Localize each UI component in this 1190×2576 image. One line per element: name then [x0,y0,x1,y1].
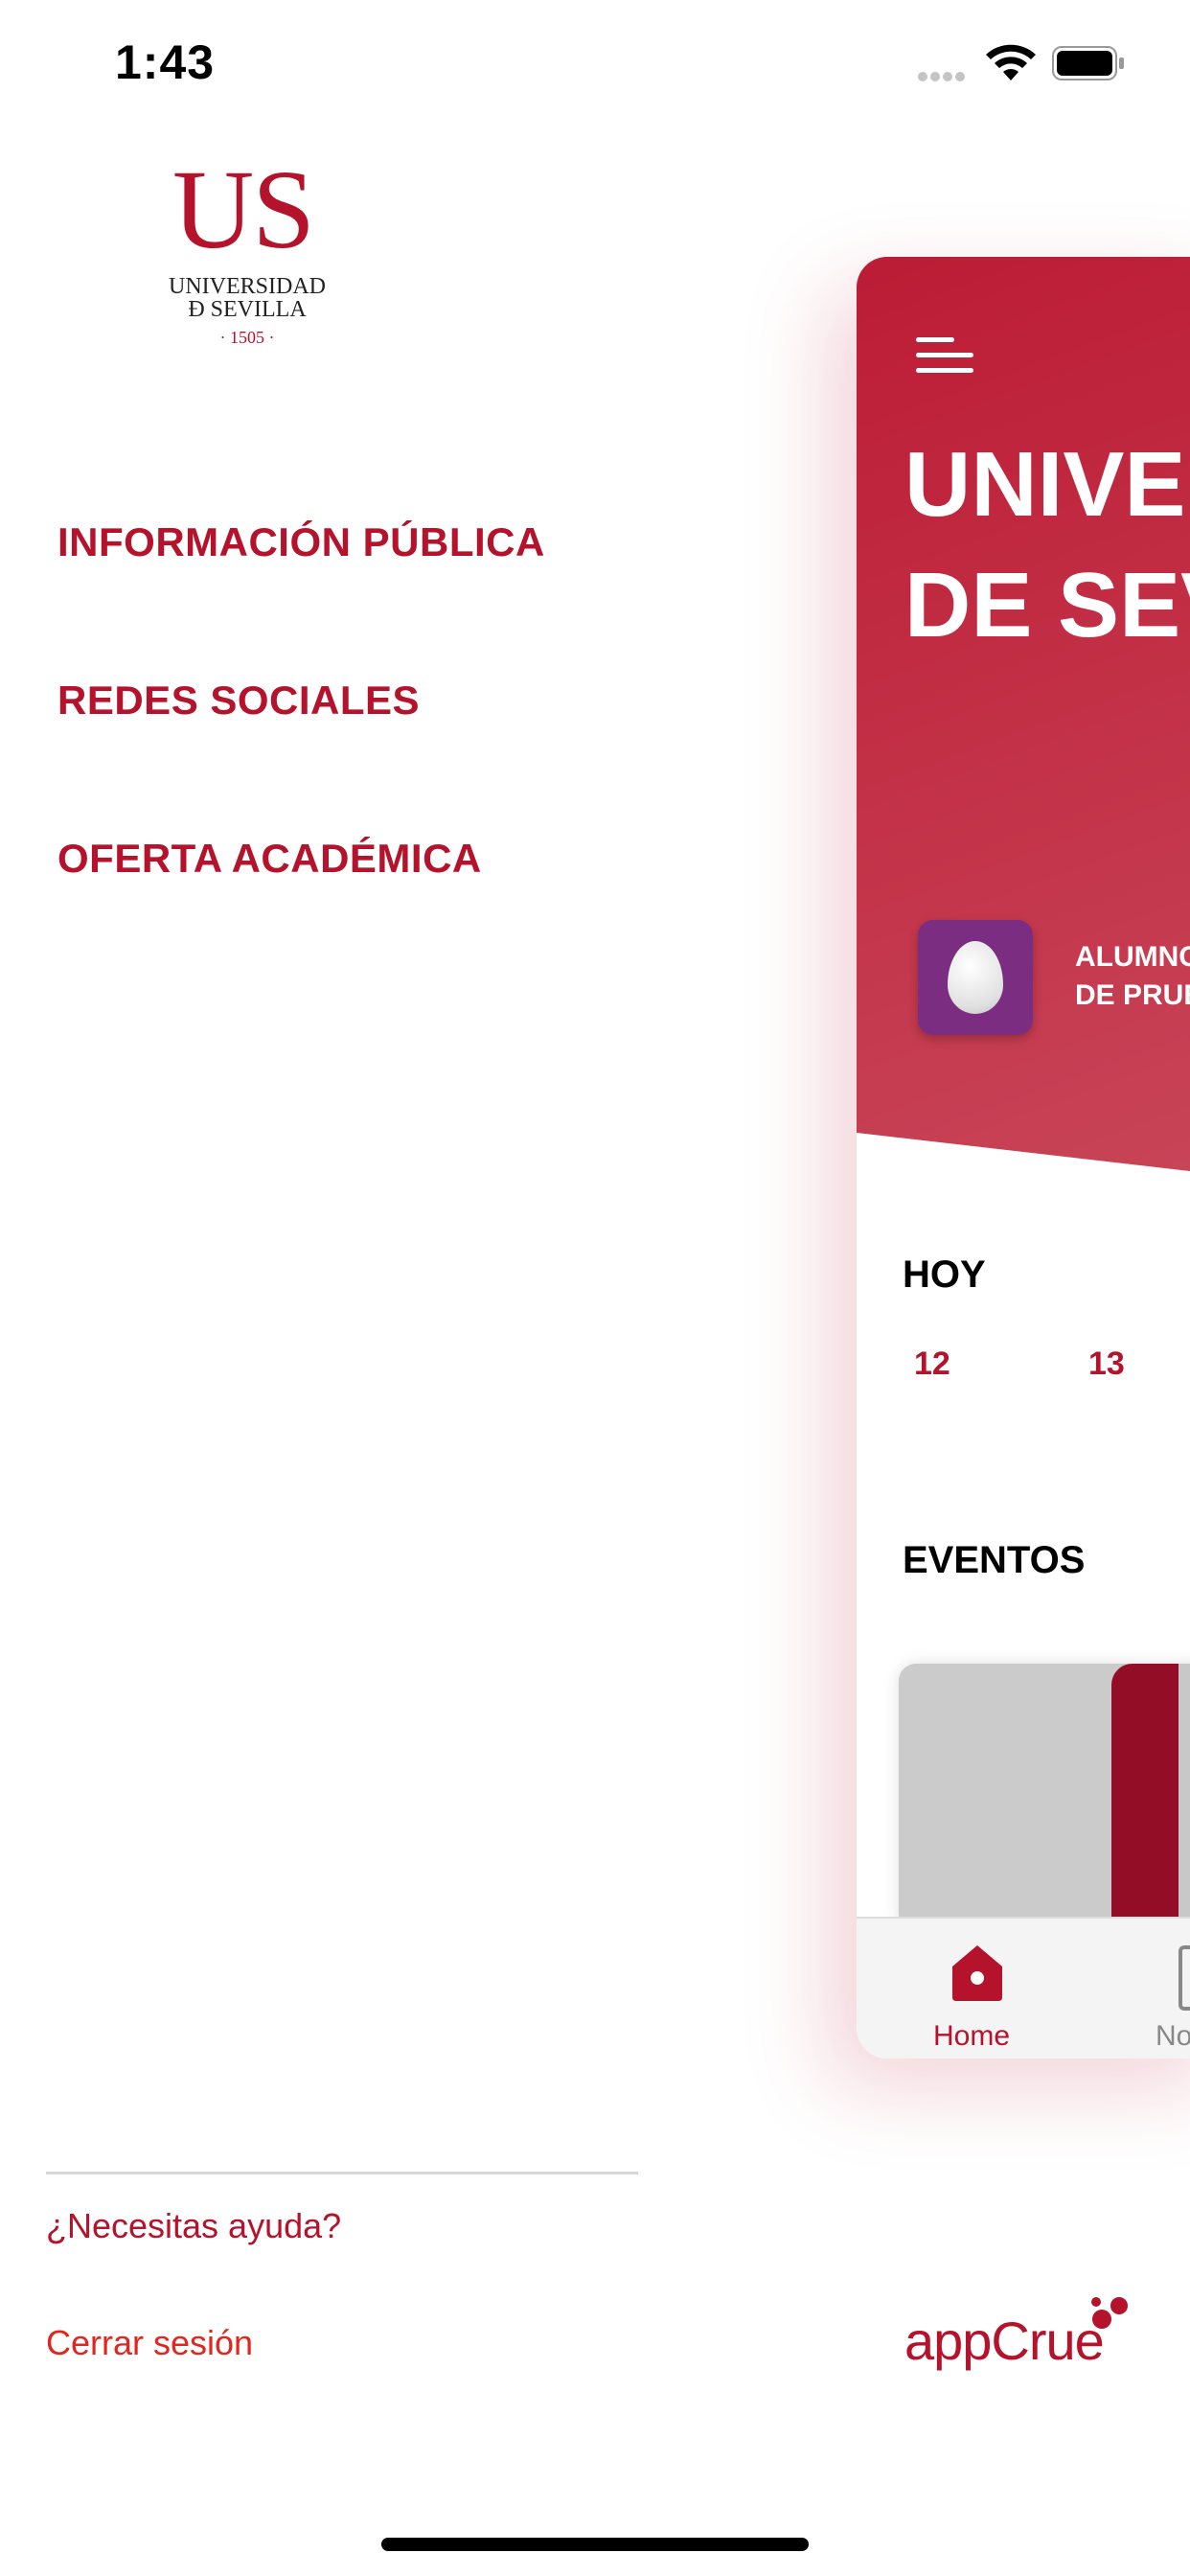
university-logo-line1: UNIVERSIDAD [169,274,326,299]
event-card-image [1111,1664,1179,1932]
home-icon[interactable] [947,1942,1008,2003]
event-card[interactable] [899,1664,1190,1932]
tab-notifications-label[interactable]: No [1156,2020,1190,2053]
events-section-title: EVENTOS [903,1539,1086,1581]
wifi-icon [986,44,1036,80]
battery-icon [1052,46,1124,80]
university-logo-mark: US [172,147,315,272]
tab-bar [857,1917,1190,2058]
logout-link[interactable]: Cerrar sesión [46,2323,253,2363]
university-logo-year: · 1505 · [219,328,275,347]
avatar[interactable] [918,920,1033,1035]
preview-title-line2: DE SEV [904,554,1190,656]
calendar-day[interactable]: 12 [914,1346,950,1383]
hamburger-menu-icon[interactable] [916,334,973,380]
user-name-line1: ALUMNC [1075,941,1190,973]
preview-title-line1: UNIVE [904,433,1186,536]
notifications-icon[interactable] [1179,1945,1190,2011]
menu-item-informacion-publica[interactable]: INFORMACIÓN PÚBLICA [57,519,545,565]
event-card-image-background [1179,1664,1190,1932]
university-logo-line2: Ð SEVILLA [188,297,307,322]
home-screen-preview[interactable]: UNIVE DE SEV ALUMNC DE PRUE HOY 12 13 EV… [857,257,1190,2058]
help-link[interactable]: ¿Necesitas ayuda? [46,2206,341,2246]
cellular-signal-icon [918,69,968,86]
appcrue-logo: appCrue [904,2311,1105,2371]
menu-item-redes-sociales[interactable]: REDES SOCIALES [57,678,420,724]
home-indicator[interactable] [381,2538,809,2551]
calendar-day[interactable]: 13 [1088,1346,1125,1383]
footer-divider [46,2172,638,2174]
status-time: 1:43 [115,35,216,89]
appcrue-logo-dots-icon [1091,2297,1128,2329]
today-section-title: HOY [903,1254,986,1296]
preview-header [857,257,1190,1177]
menu-item-oferta-academica[interactable]: OFERTA ACADÉMICA [57,836,482,882]
tab-home-label[interactable]: Home [933,2020,1010,2053]
egg-avatar-icon [948,941,1003,1014]
user-name-line2: DE PRUE [1075,979,1190,1011]
